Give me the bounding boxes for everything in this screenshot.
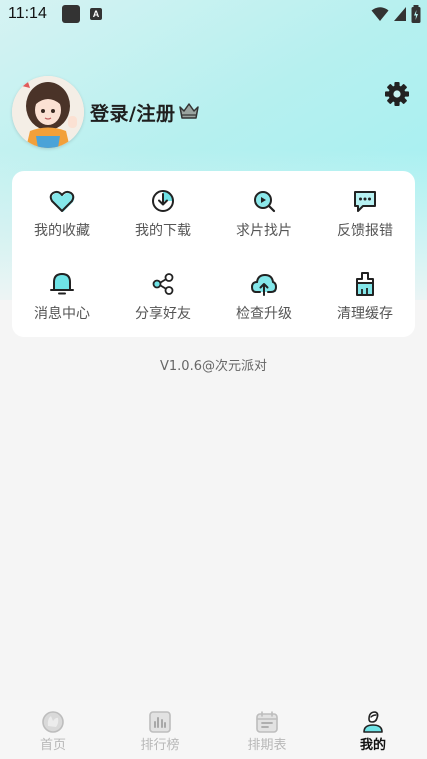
feature-menu-card: 我的收藏 我的下载 求片找片 反馈报错 消息中心 分享好友 检查升级 清理缓存 xyxy=(12,171,415,337)
menu-item-label: 我的下载 xyxy=(135,223,191,239)
nav-tab-ranking[interactable]: 排行榜 xyxy=(107,700,213,759)
heart-icon xyxy=(49,190,75,212)
crown-icon xyxy=(179,103,199,119)
menu-item-label: 消息中心 xyxy=(34,306,90,322)
gear-icon[interactable] xyxy=(384,81,410,107)
signal-icon xyxy=(394,7,406,21)
menu-item-feedback[interactable]: 反馈报错 xyxy=(315,171,415,251)
menu-item-share[interactable]: 分享好友 xyxy=(113,254,213,334)
bell-icon xyxy=(50,272,74,295)
nav-tab-label: 首页 xyxy=(39,738,66,753)
version-text: V1.0.6@次元派对 xyxy=(160,359,267,374)
broom-icon xyxy=(356,272,374,296)
battery-icon xyxy=(411,5,421,23)
home-icon xyxy=(42,711,64,733)
nav-tab-schedule[interactable]: 排期表 xyxy=(214,700,320,759)
status-time: 11:14 xyxy=(8,5,47,22)
bottom-nav: 首页 排行榜 排期表 我的 xyxy=(0,700,427,759)
share-icon xyxy=(152,273,174,295)
menu-item-label: 分享好友 xyxy=(135,306,191,322)
menu-item-check-update[interactable]: 检查升级 xyxy=(214,254,314,334)
nav-tab-label: 我的 xyxy=(359,738,386,753)
nav-tab-profile[interactable]: 我的 xyxy=(320,700,426,759)
notification-a-icon: A xyxy=(90,8,102,20)
ranking-icon xyxy=(149,711,171,733)
download-icon xyxy=(152,190,174,212)
wifi-icon xyxy=(371,7,389,21)
menu-item-downloads[interactable]: 我的下载 xyxy=(113,171,213,251)
avatar[interactable] xyxy=(12,76,84,148)
menu-item-label: 清理缓存 xyxy=(337,306,393,322)
menu-item-label: 我的收藏 xyxy=(34,223,90,239)
menu-item-messages[interactable]: 消息中心 xyxy=(12,254,112,334)
menu-item-label: 求片找片 xyxy=(236,223,292,239)
profile-icon xyxy=(363,711,383,733)
notification-app-icon xyxy=(62,5,80,23)
status-indicators xyxy=(371,5,421,23)
feedback-icon xyxy=(354,191,376,212)
menu-item-label: 检查升级 xyxy=(236,306,292,322)
cloud-upload-icon xyxy=(250,273,278,296)
menu-item-favorites[interactable]: 我的收藏 xyxy=(12,171,112,251)
menu-item-label: 反馈报错 xyxy=(337,223,393,239)
nav-tab-label: 排行榜 xyxy=(140,738,180,753)
login-register-link[interactable]: 登录/注册 xyxy=(90,99,175,126)
nav-tab-home[interactable]: 首页 xyxy=(0,700,106,759)
menu-item-request-film[interactable]: 求片找片 xyxy=(214,171,314,251)
avatar-illustration xyxy=(12,76,84,148)
nav-tab-label: 排期表 xyxy=(247,738,287,753)
search-film-icon xyxy=(254,191,276,213)
menu-item-clear-cache[interactable]: 清理缓存 xyxy=(315,254,415,334)
calendar-icon xyxy=(256,711,278,733)
status-bar: 11:14 A xyxy=(0,0,427,30)
